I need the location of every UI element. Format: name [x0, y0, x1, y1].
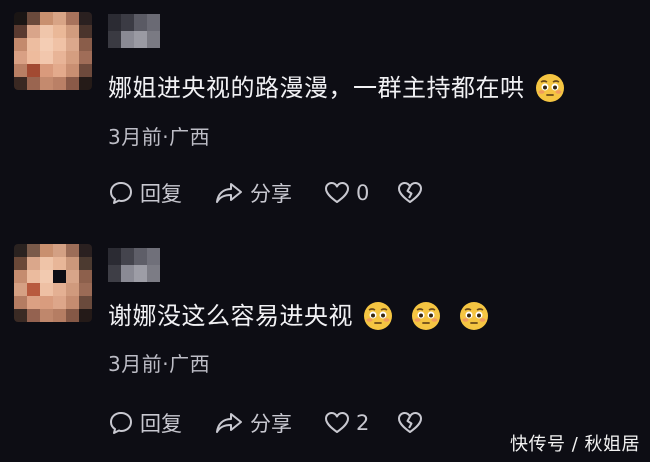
like-button[interactable]: 0 [324, 181, 369, 205]
flushed-face-emoji [535, 74, 564, 102]
username[interactable] [108, 248, 160, 282]
reply-button[interactable]: 回复 [108, 178, 182, 208]
comment-text: 娜姐进央视的路漫漫，一群主持都在哄 [108, 72, 565, 104]
share-button[interactable]: 分享 [214, 408, 292, 438]
comment-text-body: 谢娜没这么容易进央视 [108, 302, 353, 330]
heart-icon [325, 182, 349, 203]
reply-label: 回复 [140, 182, 182, 206]
avatar[interactable] [14, 244, 92, 322]
flushed-face-emoji [412, 302, 440, 330]
like-button[interactable]: 2 [324, 411, 369, 435]
like-count: 0 [356, 181, 370, 205]
share-button[interactable]: 分享 [214, 178, 292, 208]
like-count: 2 [356, 411, 370, 435]
share-label: 分享 [250, 412, 292, 436]
watermark: 快传号 / 秋姐居 [509, 434, 640, 455]
reply-icon [110, 412, 132, 434]
avatar[interactable] [14, 12, 92, 90]
reply-label: 回复 [140, 412, 182, 436]
share-icon [216, 413, 242, 433]
heart-icon [325, 412, 349, 433]
reply-icon [110, 182, 132, 204]
broken-heart-icon [398, 182, 423, 203]
comment-meta: 3月前·广西 [108, 352, 211, 376]
comment-text-body: 娜姐进央视的路漫漫，一群主持都在哄 [108, 74, 525, 102]
comment-meta: 3月前·广西 [108, 125, 211, 149]
share-icon [216, 183, 242, 203]
flushed-face-emoji [364, 302, 392, 330]
comment-actions: 回复 分享 0 [108, 178, 461, 208]
comment-text: 谢娜没这么容易进央视 [108, 300, 489, 332]
comment-actions: 回复 分享 2 [108, 408, 461, 438]
broken-heart-icon [398, 412, 423, 433]
username[interactable] [108, 14, 160, 48]
reply-button[interactable]: 回复 [108, 408, 182, 438]
dislike-button[interactable] [397, 181, 429, 205]
dislike-button[interactable] [397, 411, 429, 435]
share-label: 分享 [250, 182, 292, 206]
flushed-face-emoji [460, 302, 488, 330]
